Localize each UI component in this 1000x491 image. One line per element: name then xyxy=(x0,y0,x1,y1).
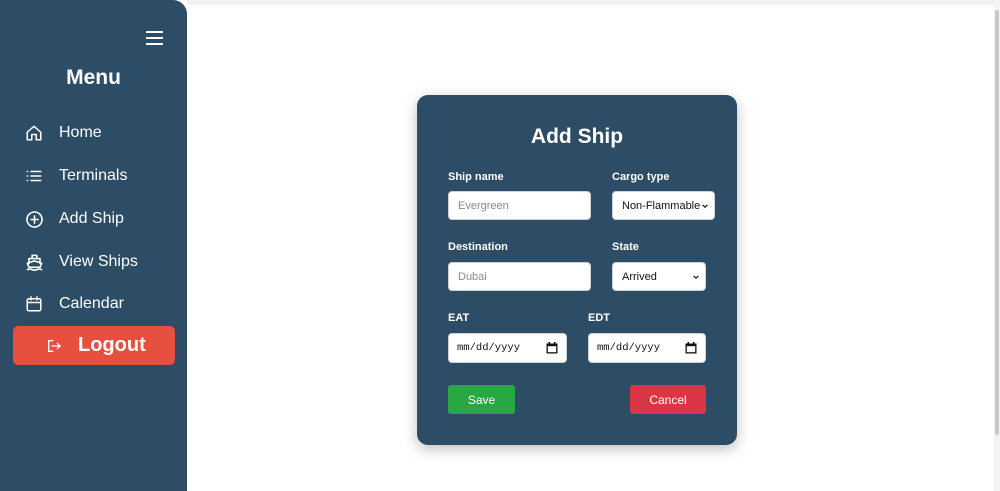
cargo-type-label: Cargo type xyxy=(612,171,670,183)
eat-date-input[interactable]: mm/dd/yyyy xyxy=(448,333,567,363)
ship-icon xyxy=(24,252,44,272)
calendar-icon xyxy=(24,294,44,314)
eat-label: EAT xyxy=(448,312,470,324)
add-ship-form: Add Ship Ship name Cargo type Non-Flamma… xyxy=(417,95,737,445)
sidebar-item-terminals[interactable]: Terminals xyxy=(24,161,174,191)
sidebar-item-calendar[interactable]: Calendar xyxy=(24,289,174,319)
state-value: Arrived xyxy=(622,270,657,283)
sidebar-item-label: Add Ship xyxy=(59,210,124,227)
chevron-down-icon xyxy=(702,204,708,209)
chevron-down-icon xyxy=(693,275,699,280)
hamburger-menu-icon[interactable] xyxy=(146,30,164,46)
sidebar-item-add-ship[interactable]: Add Ship xyxy=(24,204,174,234)
sidebar: Menu Home Terminals Add Ship View Ships … xyxy=(0,0,187,491)
sidebar-item-label: Calendar xyxy=(59,295,124,312)
list-icon xyxy=(24,166,44,186)
cancel-button[interactable]: Cancel xyxy=(630,385,706,414)
eat-value: mm/dd/yyyy xyxy=(457,342,521,354)
logout-label: Logout xyxy=(78,334,146,356)
ship-name-label: Ship name xyxy=(448,171,504,183)
edt-value: mm/dd/yyyy xyxy=(597,342,661,354)
state-select[interactable]: Arrived xyxy=(612,262,706,291)
cargo-type-select[interactable]: Non-Flammable xyxy=(612,191,715,220)
top-border xyxy=(187,0,1000,5)
home-icon xyxy=(24,123,44,143)
edt-label: EDT xyxy=(588,312,610,324)
ship-name-input[interactable] xyxy=(448,191,591,220)
edt-date-input[interactable]: mm/dd/yyyy xyxy=(588,333,706,363)
plus-circle-icon xyxy=(24,209,44,229)
save-button[interactable]: Save xyxy=(448,385,515,414)
calendar-picker-icon[interactable] xyxy=(546,342,558,354)
menu-title: Menu xyxy=(66,66,121,89)
sidebar-item-label: Terminals xyxy=(59,167,128,184)
state-label: State xyxy=(612,241,639,253)
scrollbar-thumb[interactable] xyxy=(995,10,999,435)
logout-button[interactable]: Logout xyxy=(13,326,175,365)
sidebar-item-label: Home xyxy=(59,124,102,141)
destination-label: Destination xyxy=(448,241,508,253)
cargo-type-value: Non-Flammable xyxy=(622,199,701,212)
calendar-picker-icon[interactable] xyxy=(685,342,697,354)
sidebar-item-home[interactable]: Home xyxy=(24,118,174,148)
page-scrollbar[interactable] xyxy=(994,0,1000,491)
sidebar-item-view-ships[interactable]: View Ships xyxy=(24,247,174,277)
logout-icon xyxy=(46,337,64,355)
form-title: Add Ship xyxy=(530,125,624,148)
destination-input[interactable] xyxy=(448,262,591,291)
sidebar-item-label: View Ships xyxy=(59,253,138,270)
